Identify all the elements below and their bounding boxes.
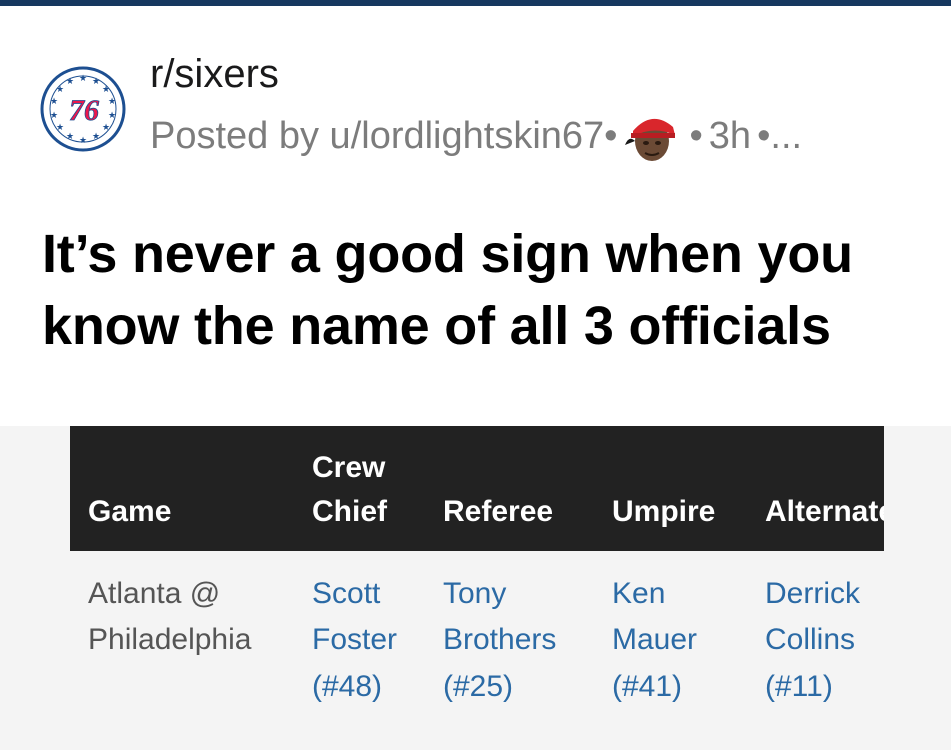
svg-text:★: ★ [102, 85, 110, 95]
post-meta: Posted by u/lordlightskin67 • • 3h •... [150, 112, 802, 161]
header-crew-chief-line2: Chief [312, 495, 387, 528]
svg-text:★: ★ [66, 77, 74, 87]
top-accent-bar [0, 0, 951, 6]
header-game: Game [88, 495, 172, 528]
sixers-logo-icon[interactable]: ★ ★ ★ ★ ★ ★ ★ ★ ★ ★ ★ ★ ★ ★ 76 [40, 66, 126, 152]
svg-text:★: ★ [50, 97, 58, 107]
svg-text:★: ★ [79, 74, 87, 84]
svg-text:★: ★ [56, 85, 64, 95]
header-alternate: Alternate [765, 495, 884, 528]
svg-text:★: ★ [92, 77, 100, 87]
game-line1: Atlanta @ [88, 577, 221, 610]
svg-text:★: ★ [108, 111, 116, 121]
user-avatar-icon[interactable] [621, 105, 683, 167]
header-umpire: Umpire [612, 495, 716, 528]
svg-text:★: ★ [56, 123, 64, 133]
crew-chief-last: Foster [312, 623, 398, 656]
referee-first: Tony [443, 577, 507, 610]
post-title[interactable]: It’s never a good sign when you know the… [42, 218, 942, 362]
subreddit-name[interactable]: r/sixers [150, 52, 279, 97]
umpire-last: Mauer [612, 623, 698, 656]
header-referee: Referee [443, 495, 554, 528]
svg-text:★: ★ [92, 132, 100, 142]
game-line2: Philadelphia [88, 623, 252, 656]
referee-number: (#25) [443, 670, 514, 703]
table-header: Game Crew Chief Referee Umpire Alternate [70, 426, 884, 551]
separator: • [689, 114, 703, 157]
logo-text: 76 [69, 94, 99, 127]
crew-chief-first: Scott [312, 577, 381, 610]
crew-chief-number: (#48) [312, 670, 383, 703]
post-age: 3h [708, 114, 752, 157]
alternate-number: (#11) [765, 670, 833, 703]
umpire-number: (#41) [612, 670, 683, 703]
umpire-first: Ken [612, 577, 666, 610]
svg-text:★: ★ [66, 132, 74, 142]
posted-by-label[interactable]: Posted by u/lordlightskin67 [150, 115, 604, 158]
svg-text:★: ★ [79, 136, 87, 146]
svg-text:★: ★ [102, 123, 110, 133]
separator: • [604, 114, 618, 157]
referee-last: Brothers [443, 623, 557, 656]
svg-text:★: ★ [50, 111, 58, 121]
post-image[interactable]: Game Crew Chief Referee Umpire Alternate… [0, 426, 951, 750]
alternate-first: Derrick [765, 577, 860, 610]
svg-text:★: ★ [108, 97, 116, 107]
more-options[interactable]: •... [757, 115, 802, 158]
alternate-last: Collins [765, 623, 856, 656]
header-crew-chief-line1: Crew [312, 451, 386, 484]
officials-table: Game Crew Chief Referee Umpire Alternate… [70, 426, 884, 750]
